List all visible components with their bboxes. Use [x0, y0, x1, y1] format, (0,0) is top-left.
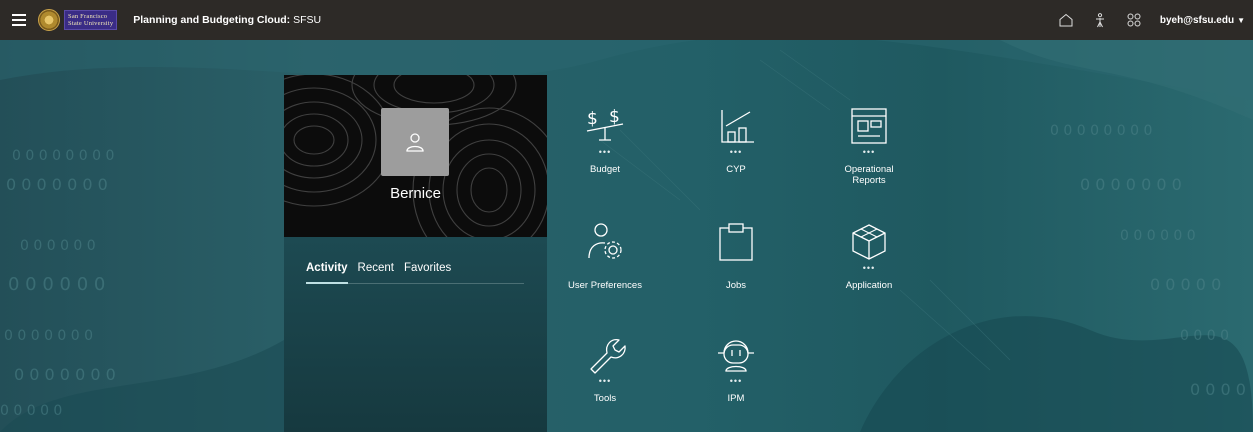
grid-icon[interactable] — [1124, 10, 1144, 30]
tile-cyp[interactable]: ••• CYP — [686, 104, 786, 175]
user-email: byeh@sfsu.edu — [1159, 14, 1235, 26]
svg-text:0 0 0 0 0: 0 0 0 0 0 — [0, 403, 62, 419]
svg-text:$: $ — [609, 107, 620, 127]
svg-text:0 0 0 0 0: 0 0 0 0 0 — [1150, 275, 1221, 294]
tile-menu-dots[interactable]: ••• — [730, 377, 742, 387]
global-header: San Francisco State University Planning … — [0, 0, 1253, 40]
tab-recent[interactable]: Recent — [358, 260, 394, 284]
tile-menu-dots[interactable]: ••• — [863, 148, 875, 158]
user-menu[interactable]: byeh@sfsu.edu ▼ — [1160, 15, 1245, 26]
tile-operational-reports[interactable]: ••• Operational Reports — [819, 104, 919, 186]
navigator-icon[interactable] — [1090, 10, 1110, 30]
svg-text:0 0 0 0 0 0 0: 0 0 0 0 0 0 0 — [6, 175, 108, 194]
svg-text:0 0 0 0 0 0: 0 0 0 0 0 0 — [20, 238, 96, 254]
menu-icon[interactable] — [8, 0, 30, 40]
caret-down-icon: ▼ — [1237, 15, 1245, 25]
tile-label: Operational Reports — [844, 164, 894, 186]
profile-tabs: Activity Recent Favorites — [306, 260, 524, 284]
svg-text:0 0 0 0 0 0 0: 0 0 0 0 0 0 0 — [1080, 175, 1182, 194]
svg-text:0 0 0 0: 0 0 0 0 — [1180, 328, 1229, 344]
profile-header: Bernice — [284, 75, 547, 237]
svg-text:0 0 0 0 0 0 0: 0 0 0 0 0 0 0 — [14, 365, 116, 384]
university-seal-icon — [38, 9, 60, 31]
svg-text:0 0 0 0 0 0 0 0: 0 0 0 0 0 0 0 0 — [12, 148, 114, 164]
profile-name: Bernice — [390, 185, 441, 202]
user-gear-icon — [583, 220, 627, 264]
sfsu-logo[interactable]: San Francisco State University — [38, 9, 118, 31]
svg-text:0 0 0 0: 0 0 0 0 — [1190, 380, 1246, 399]
org-name-line2: State University — [68, 20, 114, 27]
app-title: Planning and Budgeting Cloud: SFSU — [133, 14, 321, 26]
tile-label: Tools — [593, 393, 617, 404]
clipboard-icon — [714, 220, 758, 264]
app-title-rest: SFSU — [290, 14, 322, 26]
tile-menu-dots[interactable]: ••• — [599, 377, 611, 387]
budget-icon: $ $ — [583, 104, 627, 148]
tile-menu-dots[interactable]: ••• — [730, 148, 742, 158]
reports-icon — [847, 104, 891, 148]
tile-label: Budget — [589, 164, 621, 175]
profile-panel: Bernice Activity Recent Favorites — [284, 75, 547, 432]
chart-icon — [714, 104, 758, 148]
tile-label: Application — [845, 280, 893, 291]
org-name-line1: San Francisco — [68, 13, 108, 20]
profile-body: Activity Recent Favorites — [284, 237, 547, 432]
home-icon[interactable] — [1056, 10, 1076, 30]
svg-text:0 0 0 0 0 0: 0 0 0 0 0 0 — [8, 274, 105, 295]
app-title-bold: Planning and Budgeting Cloud: — [133, 14, 291, 26]
svg-text:$: $ — [587, 109, 598, 129]
svg-text:0 0 0 0 0 0: 0 0 0 0 0 0 — [1120, 228, 1196, 244]
robot-icon — [714, 333, 758, 377]
tile-label: User Preferences — [568, 280, 642, 291]
sfsu-wordmark: San Francisco State University — [64, 10, 118, 30]
tile-budget[interactable]: $ $ ••• Budget — [555, 104, 655, 175]
avatar[interactable] — [381, 108, 449, 176]
tile-menu-dots[interactable]: ••• — [863, 264, 875, 274]
wrench-icon — [583, 333, 627, 377]
cube-icon — [847, 220, 891, 264]
header-actions: byeh@sfsu.edu ▼ — [1042, 0, 1245, 40]
tile-tools[interactable]: ••• Tools — [555, 333, 655, 404]
tile-label: CYP — [726, 164, 746, 175]
tile-user-preferences[interactable]: User Preferences — [555, 220, 655, 291]
tile-ipm[interactable]: ••• IPM — [686, 333, 786, 404]
tab-activity[interactable]: Activity — [306, 260, 348, 284]
tile-menu-dots[interactable]: ••• — [599, 148, 611, 158]
svg-text:0 0 0 0 0 0 0 0: 0 0 0 0 0 0 0 0 — [1050, 123, 1152, 139]
tile-jobs[interactable]: Jobs — [686, 220, 786, 291]
tile-application[interactable]: ••• Application — [819, 220, 919, 291]
svg-text:0 0 0 0 0 0 0: 0 0 0 0 0 0 0 — [4, 328, 93, 344]
tab-favorites[interactable]: Favorites — [404, 260, 451, 284]
tile-label: IPM — [727, 393, 745, 404]
user-avatar-icon — [406, 133, 424, 152]
tile-label: Jobs — [725, 280, 747, 291]
